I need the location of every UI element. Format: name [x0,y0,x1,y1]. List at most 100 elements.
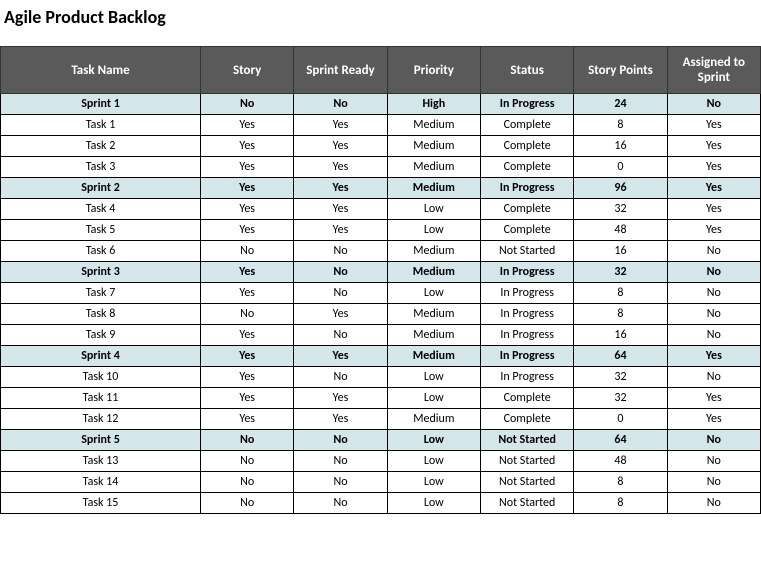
cell-story: Yes [201,157,294,178]
cell-assigned: Yes [667,115,760,136]
cell-assigned: No [667,325,760,346]
cell-story: No [201,304,294,325]
cell-ready: Yes [294,136,387,157]
cell-name: Sprint 4 [1,346,201,367]
cell-story: No [201,241,294,262]
cell-points: 0 [574,157,667,178]
cell-name: Sprint 5 [1,430,201,451]
table-row: Task 11YesYesLowComplete32Yes [1,388,761,409]
cell-story: Yes [201,388,294,409]
cell-points: 64 [574,346,667,367]
cell-assigned: Yes [667,199,760,220]
cell-status: Not Started [480,472,573,493]
cell-ready: No [294,493,387,514]
col-story: Story [201,47,294,94]
cell-status: Not Started [480,451,573,472]
table-row: Task 9YesNoMediumIn Progress16No [1,325,761,346]
table-row: Task 15NoNoLowNot Started8No [1,493,761,514]
cell-ready: Yes [294,220,387,241]
cell-points: 48 [574,451,667,472]
table-row: Task 14NoNoLowNot Started8No [1,472,761,493]
cell-story: Yes [201,115,294,136]
header-row: Task Name Story Sprint Ready Priority St… [1,47,761,94]
cell-name: Task 14 [1,472,201,493]
cell-priority: High [387,94,480,115]
cell-ready: Yes [294,199,387,220]
cell-status: In Progress [480,283,573,304]
cell-ready: No [294,367,387,388]
cell-status: In Progress [480,367,573,388]
cell-points: 16 [574,136,667,157]
cell-priority: Low [387,199,480,220]
cell-priority: Low [387,367,480,388]
cell-story: No [201,451,294,472]
cell-status: Not Started [480,493,573,514]
cell-name: Task 8 [1,304,201,325]
cell-status: In Progress [480,178,573,199]
cell-assigned: No [667,262,760,283]
cell-ready: No [294,451,387,472]
table-row: Task 10YesNoLowIn Progress32No [1,367,761,388]
cell-status: In Progress [480,304,573,325]
cell-priority: Low [387,493,480,514]
cell-priority: Low [387,472,480,493]
col-sprint-ready: Sprint Ready [294,47,387,94]
cell-assigned: No [667,304,760,325]
cell-assigned: No [667,241,760,262]
cell-points: 32 [574,262,667,283]
cell-priority: Medium [387,115,480,136]
cell-story: Yes [201,367,294,388]
cell-assigned: Yes [667,157,760,178]
cell-priority: Medium [387,157,480,178]
cell-ready: Yes [294,115,387,136]
table-row: Task 5YesYesLowComplete48Yes [1,220,761,241]
table-row: Task 6NoNoMediumNot Started16No [1,241,761,262]
cell-ready: No [294,283,387,304]
cell-ready: Yes [294,388,387,409]
cell-story: No [201,472,294,493]
cell-story: No [201,94,294,115]
table-row: Task 7YesNoLowIn Progress8No [1,283,761,304]
cell-story: Yes [201,262,294,283]
sprint-row: Sprint 1NoNoHighIn Progress24No [1,94,761,115]
cell-status: In Progress [480,346,573,367]
cell-priority: Medium [387,241,480,262]
sprint-row: Sprint 5NoNoLowNot Started64No [1,430,761,451]
cell-ready: No [294,472,387,493]
cell-status: Complete [480,220,573,241]
cell-status: In Progress [480,94,573,115]
cell-name: Task 2 [1,136,201,157]
col-story-points: Story Points [574,47,667,94]
cell-priority: Medium [387,325,480,346]
cell-ready: No [294,94,387,115]
sprint-row: Sprint 2YesYesMediumIn Progress96Yes [1,178,761,199]
cell-assigned: No [667,430,760,451]
cell-priority: Low [387,220,480,241]
cell-name: Task 9 [1,325,201,346]
cell-status: Complete [480,199,573,220]
cell-assigned: No [667,472,760,493]
cell-points: 24 [574,94,667,115]
cell-assigned: No [667,451,760,472]
cell-points: 8 [574,493,667,514]
cell-assigned: Yes [667,220,760,241]
cell-name: Task 4 [1,199,201,220]
cell-status: Complete [480,115,573,136]
cell-status: Complete [480,409,573,430]
cell-priority: Medium [387,346,480,367]
cell-status: Complete [480,157,573,178]
cell-name: Task 5 [1,220,201,241]
cell-story: Yes [201,220,294,241]
cell-name: Task 15 [1,493,201,514]
cell-assigned: No [667,283,760,304]
sprint-row: Sprint 4YesYesMediumIn Progress64Yes [1,346,761,367]
col-task-name: Task Name [1,47,201,94]
cell-story: Yes [201,178,294,199]
cell-name: Task 1 [1,115,201,136]
cell-priority: Low [387,388,480,409]
cell-priority: Medium [387,304,480,325]
cell-assigned: Yes [667,178,760,199]
cell-points: 8 [574,115,667,136]
cell-assigned: Yes [667,409,760,430]
cell-name: Task 11 [1,388,201,409]
